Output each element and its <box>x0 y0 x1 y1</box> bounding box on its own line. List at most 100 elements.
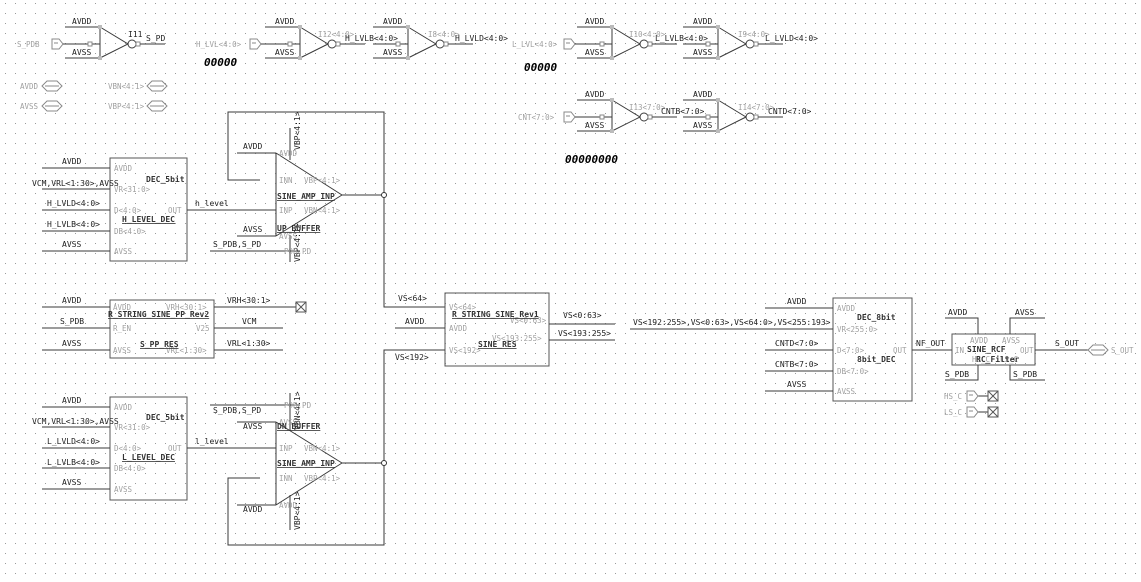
input-pin-label: L_LVL<4:0> <box>512 40 558 49</box>
cell-name: DEC_5bit <box>146 412 185 422</box>
pin-label: VR<31:0> <box>114 185 151 194</box>
net-label: VBP<4:1> <box>293 111 302 150</box>
output-pin-label: S_OUT <box>1111 346 1134 355</box>
net-label: H_LVLB<4:0> <box>47 220 100 229</box>
instance-name: UP_BUFFER <box>277 224 321 233</box>
cell-name: DEC_5bit <box>146 174 185 184</box>
pin-label: VR<31:0> <box>114 423 151 432</box>
net-label: AVSS <box>693 48 712 57</box>
net-label: AVSS <box>62 240 81 249</box>
net-label: S_PDB <box>60 317 84 326</box>
pin-label: D<4:0> <box>114 206 142 215</box>
pin-label: INN <box>279 176 293 185</box>
net-label: AVSS <box>62 478 81 487</box>
net-label: S_PD <box>146 34 165 43</box>
net-label: AVDD <box>275 17 294 26</box>
pin-label: AVDD <box>970 336 989 345</box>
pin-label: DB<4:0> <box>114 464 146 473</box>
pin-label: VBN<4:1> <box>304 444 341 453</box>
net-label: AVDD <box>243 505 262 514</box>
net-label: AVDD <box>948 308 967 317</box>
net-label: VCM <box>242 317 257 326</box>
pin-label: DB<4:0> <box>114 227 146 236</box>
pin-label: AVSS <box>1002 336 1021 345</box>
instance-name: DN_BUFFER <box>277 422 321 431</box>
pin-label: AVSS <box>20 102 39 111</box>
instance-name: SINE_RES <box>478 340 517 349</box>
net-label: VS<64> <box>398 294 427 303</box>
pin-label: AVDD <box>20 82 39 91</box>
pin-label: VBN<4:1> <box>108 82 145 91</box>
net-label: VCM,VRL<1:30>,AVSS <box>32 417 119 426</box>
instance-name: L_LEVEL_DEC <box>122 453 175 462</box>
net-label: VS<0:63> <box>563 311 602 320</box>
net-label: AVSS <box>243 225 262 234</box>
net-label: AVDD <box>787 297 806 306</box>
input-pin-label: H_LVL<4:0> <box>196 40 242 49</box>
pin-label: INP <box>279 206 293 215</box>
net-label: AVSS <box>585 48 604 57</box>
net-label: CNTB<7:0> <box>661 107 705 116</box>
pin-label: IN <box>955 346 964 355</box>
pin-label: VR<255:0> <box>837 325 878 334</box>
pin-label: AVDD <box>837 304 856 313</box>
net-label: AVSS <box>693 121 712 130</box>
pin-label: VBP<4:1> <box>304 176 341 185</box>
net-label: AVDD <box>62 296 81 305</box>
net-label: S_PDB <box>1013 370 1037 379</box>
bus-value: 00000 <box>524 61 557 74</box>
net-label: AVDD <box>383 17 402 26</box>
pin-label: LS_C <box>944 408 962 417</box>
net-label: AVDD <box>693 90 712 99</box>
net-label: NF_OUT <box>916 339 945 348</box>
instance-name: 8bit_DEC <box>857 354 896 364</box>
net-label: VRL<1:30> <box>227 339 271 348</box>
net-label: AVDD <box>62 157 81 166</box>
net-label: AVDD <box>62 396 81 405</box>
pin-label: D<4:0> <box>114 444 142 453</box>
bus-value: 00000000 <box>565 153 618 166</box>
bus-value: 00000 <box>204 56 237 69</box>
pin-label: INP <box>279 444 293 453</box>
net-label: AVDD <box>693 17 712 26</box>
input-pin-label: S_PDB <box>17 40 40 49</box>
net-label: AVSS <box>275 48 294 57</box>
net-label: AVSS <box>243 422 262 431</box>
cell-name: SINE_RCF <box>967 345 1006 354</box>
net-label: L_LVLB<4:0> <box>47 458 100 467</box>
pin-label: VBP<4:1> <box>304 474 341 483</box>
pin-label: R_EN <box>113 324 131 333</box>
pin-label: INN <box>279 474 293 483</box>
net-label: AVDD <box>72 17 91 26</box>
pin-label: OUT <box>893 346 907 355</box>
pin-label: D<7:0> <box>837 346 865 355</box>
instance-name: RC_Filter <box>976 354 1020 364</box>
grid-background <box>0 0 1141 582</box>
schematic-canvas[interactable]: S_PDB AVDD AVSS I11 S_PD H_LVL<4:0> AVDD… <box>0 0 1141 582</box>
net-label: H_LVLD<4:0> <box>455 34 508 43</box>
pin-label: AVSS <box>114 247 133 256</box>
net-label: VCM,VRL<1:30>,AVSS <box>32 179 119 188</box>
net-label: AVDD <box>585 90 604 99</box>
instance-name: H_LEVEL_DEC <box>122 215 175 224</box>
instance-name: S_PP_RES <box>140 340 179 349</box>
net-label: S_OUT <box>1055 339 1079 348</box>
net-label: AVSS <box>62 339 81 348</box>
net-label: AVSS <box>72 48 91 57</box>
net-label: S_PDB,S_PD <box>213 240 261 249</box>
net-label: AVSS <box>787 380 806 389</box>
net-label: AVSS <box>383 48 402 57</box>
net-label: AVSS <box>585 121 604 130</box>
pin-label: OUT <box>1020 346 1034 355</box>
pin-label: OUT <box>168 206 182 215</box>
input-pin-label: CNT<7:0> <box>518 113 555 122</box>
net-label: S_PDB <box>945 370 969 379</box>
net-label: S_PDB,S_PD <box>213 406 261 415</box>
pin-label: VS<192> <box>449 346 481 355</box>
pin-label: AVSS <box>837 387 856 396</box>
pin-label: AVSS <box>114 485 133 494</box>
pin-label: AVSS <box>279 232 298 241</box>
net-label: CNTD<7:0> <box>775 339 819 348</box>
net-label: AVDD <box>243 142 262 151</box>
net-label: l_level <box>195 437 229 446</box>
